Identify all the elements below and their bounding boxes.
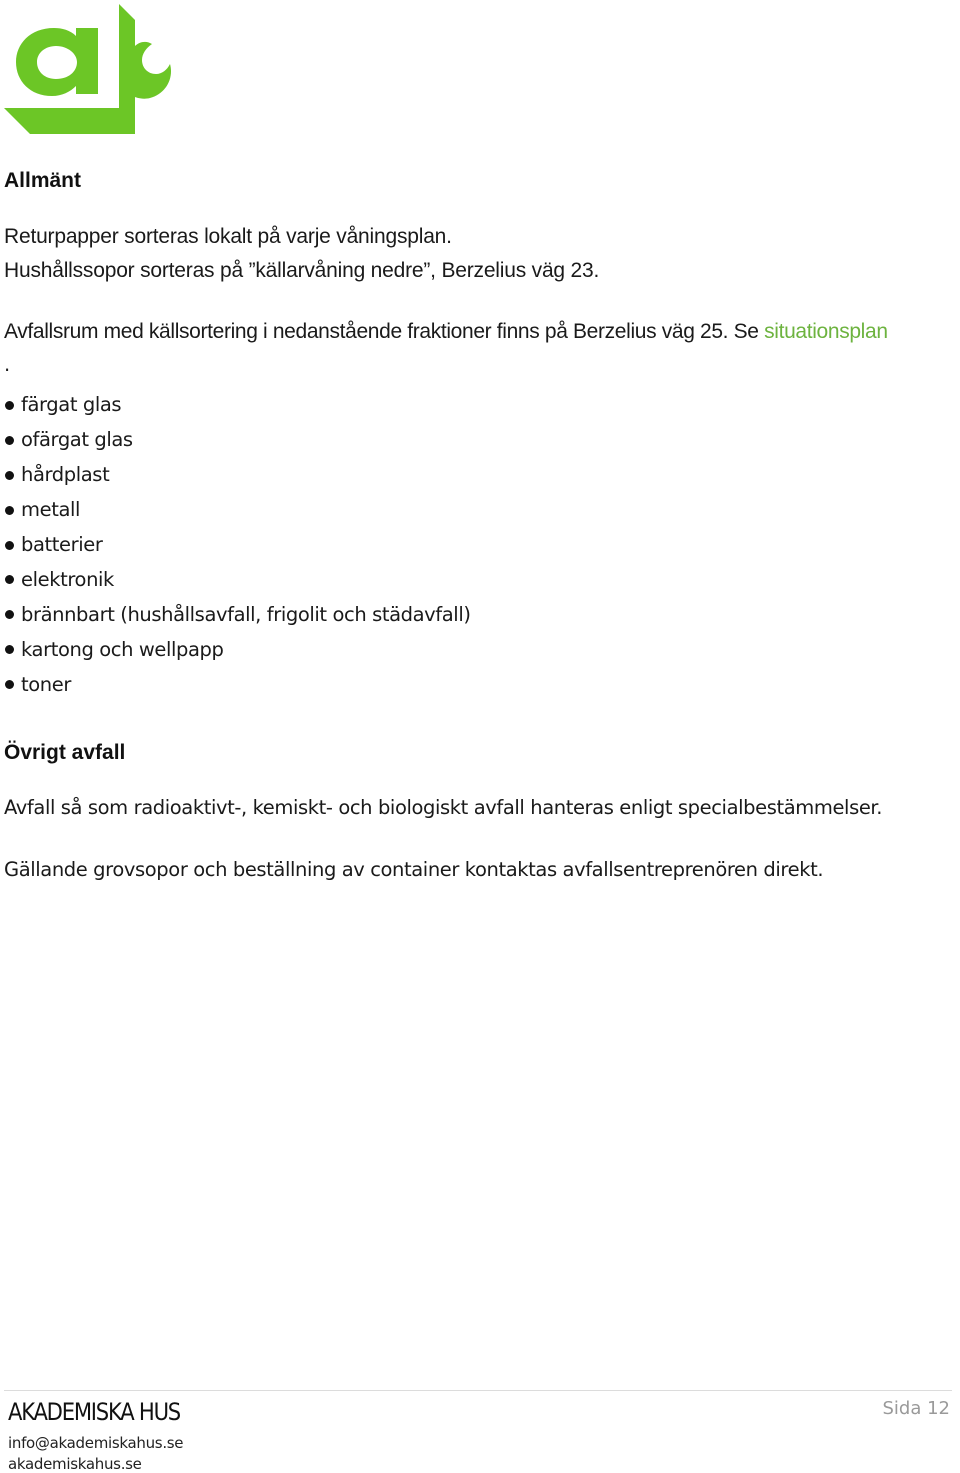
recycling-room-text: Avfallsrum med källsortering i nedanståe… [4,320,765,343]
list-item: batterier [4,528,471,563]
footer-email[interactable]: info@akademiskahus.se [8,1434,184,1452]
list-item: hårdplast [4,458,471,493]
footer-website[interactable]: akademiskahus.se [8,1455,142,1473]
footer-divider [4,1390,952,1391]
paragraph-special-waste: Avfall så som radioaktivt-, kemiskt- och… [4,796,883,819]
akademiska-hus-logo [4,4,172,134]
bullet-icon [5,645,14,655]
bullet-icon [5,505,14,515]
list-item: färgat glas [4,388,471,423]
paragraph-household-waste: Hushållssopor sorteras på ”källarvåning … [4,259,600,282]
list-item-text: hårdplast [21,463,110,487]
page-number: Sida 12 [882,1398,950,1419]
bullet-icon [5,470,14,480]
list-item: toner [4,667,471,702]
bullet-icon [5,680,14,690]
list-item-text: ofärgat glas [21,428,133,452]
footer-brand: AKADEMISKA HUS [8,1398,181,1426]
fractions-list: färgat glas ofärgat glas hårdplast metal… [4,388,471,702]
list-item-text: kartong och wellpapp [21,637,224,661]
list-item: metall [4,493,471,528]
list-item: elektronik [4,562,471,597]
bullet-icon [5,435,14,445]
list-item: brännbart (hushållsavfall, frigolit och … [4,597,471,632]
bullet-icon [5,400,14,410]
list-item-text: batterier [21,533,103,556]
list-item-text: toner [21,672,71,696]
bullet-icon [5,575,14,585]
section-heading-general: Allmänt [4,169,82,192]
recycling-trailing-period: . [4,353,10,376]
paragraph-paper-recycling: Returpapper sorteras lokalt på varje vån… [4,225,452,248]
section-heading-other-waste: Övrigt avfall [4,741,126,764]
list-item-text: brännbart (hushållsavfall, frigolit och … [21,602,471,626]
paragraph-bulky-waste: Gällande grovsopor och beställning av co… [4,858,824,881]
situationsplan-link[interactable]: situationsplan [764,320,888,343]
list-item: kartong och wellpapp [4,632,471,667]
list-item-text: elektronik [21,567,114,591]
bullet-icon [5,610,14,620]
bullet-icon [5,540,14,550]
paragraph-recycling-room: Avfallsrum med källsortering i nedanståe… [4,320,888,344]
list-item: ofärgat glas [4,423,471,458]
list-item-text: metall [21,498,81,522]
list-item-text: färgat glas [21,393,122,417]
